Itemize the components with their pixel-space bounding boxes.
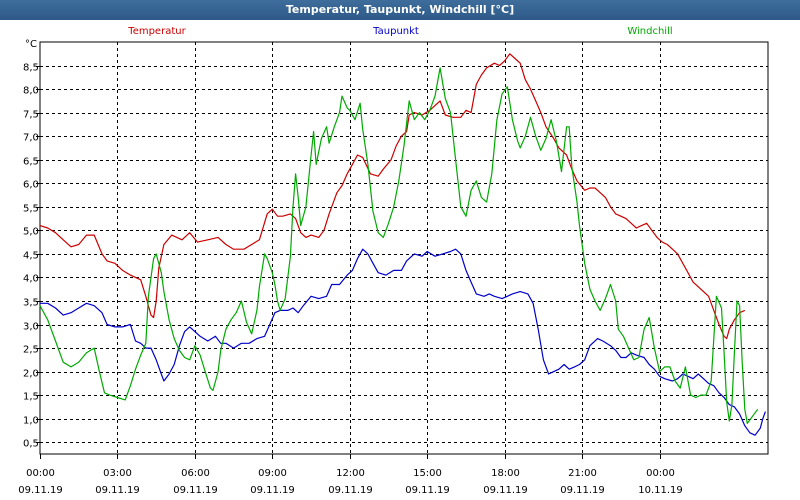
y-tick-label: 4,5 (23, 251, 39, 262)
x-tick-time: 03:00 (103, 468, 132, 479)
x-tick-time: 00:00 (26, 468, 55, 479)
x-tick-time: 09:00 (258, 468, 287, 479)
y-tick-label: 0,5 (23, 439, 39, 450)
y-tick-label: 3,5 (23, 298, 39, 309)
y-tick-label: 5,0 (23, 227, 39, 238)
y-tick-label: 2,5 (23, 345, 39, 356)
x-tick-date: 10.11.19 (638, 485, 683, 496)
y-tick-label: 6,5 (23, 157, 39, 168)
x-tick-time: 12:00 (336, 468, 365, 479)
y-tick-label: 6,0 (23, 180, 39, 191)
y-tick-label: 8,0 (23, 86, 39, 97)
y-axis-label: °C (25, 39, 37, 50)
x-tick-time: 15:00 (413, 468, 442, 479)
chart-canvas: 0,5 1,0 1,5 2,0 2,5 3,0 3,5 4,0 4,5 5,0 5,5 6,0 6,5 7… (18, 26, 769, 496)
x-tick-time: 21:00 (568, 468, 597, 479)
y-tick-label: 7,5 (23, 110, 39, 121)
y-tick-label: 3,0 (23, 322, 39, 333)
x-tick-date: 09.11.19 (328, 485, 373, 496)
y-tick-label: 1,0 (23, 416, 39, 427)
x-tick-time: 00:00 (646, 468, 675, 479)
plot-area (39, 41, 769, 455)
x-tick-date: 09.11.19 (483, 485, 528, 496)
y-tick-label: 7,0 (23, 133, 39, 144)
x-tick-date: 09.11.19 (405, 485, 450, 496)
chart-title: Temperatur, Taupunkt, Windchill [°C] (285, 3, 515, 16)
chart-title-bar: Temperatur, Taupunkt, Windchill [°C] (0, 0, 800, 20)
y-tick-label: 5,5 (23, 204, 39, 215)
x-tick-date: 09.11.19 (250, 485, 295, 496)
x-tick-time: 18:00 (491, 468, 520, 479)
legend-temperatur: Temperatur (127, 26, 186, 37)
y-tick-label: 1,5 (23, 392, 39, 403)
x-tick-time: 06:00 (181, 468, 210, 479)
legend-windchill: Windchill (627, 26, 672, 37)
y-tick-label: 2,0 (23, 369, 39, 380)
y-tick-label: 8,5 (23, 63, 39, 74)
x-tick-date: 09.11.19 (173, 485, 218, 496)
x-tick-date: 09.11.19 (560, 485, 605, 496)
x-tick-date: 09.11.19 (95, 485, 140, 496)
y-tick-label: 4,0 (23, 274, 39, 285)
legend-taupunkt: Taupunkt (372, 26, 419, 37)
x-tick-date: 09.11.19 (18, 485, 63, 496)
